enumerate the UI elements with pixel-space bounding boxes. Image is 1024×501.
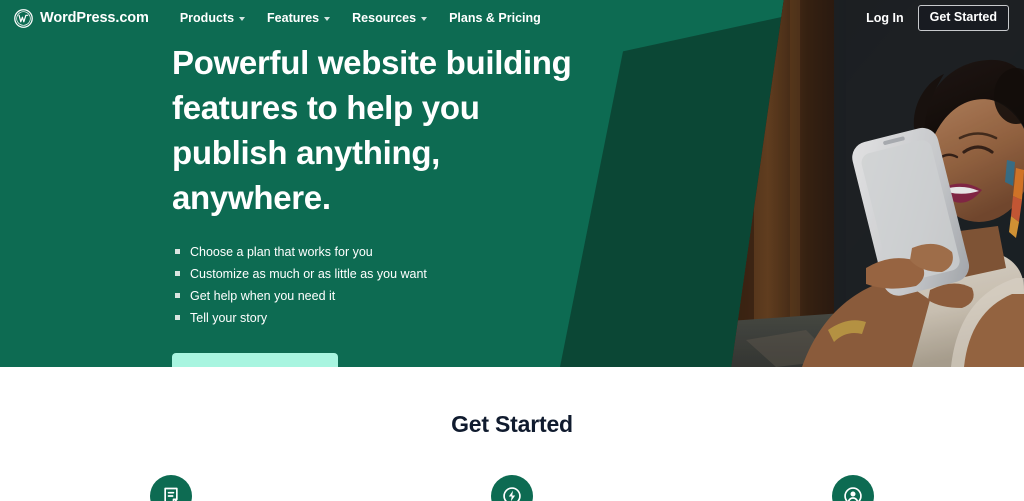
nav-item-features[interactable]: Features xyxy=(267,11,331,25)
chevron-down-icon xyxy=(421,17,428,21)
top-navigation-bar: WordPress.com Products Features Resource… xyxy=(0,0,1024,36)
user-avatar-icon xyxy=(844,487,863,501)
nav-item-resources[interactable]: Resources xyxy=(352,11,428,25)
feature-icon-speed[interactable] xyxy=(490,475,533,501)
feature-column xyxy=(341,475,682,501)
feature-icon-document[interactable] xyxy=(149,475,192,501)
hero-get-started-button[interactable]: Get Started xyxy=(172,353,338,367)
hero-title: Powerful website building features to he… xyxy=(172,44,572,216)
wordpress-logo-icon xyxy=(14,8,33,28)
hero-benefits-list: Choose a plan that works for you Customi… xyxy=(172,241,602,329)
feature-icon-account[interactable] xyxy=(832,475,875,501)
hero-section: Powerful website building features to he… xyxy=(0,0,1024,367)
chevron-down-icon xyxy=(324,17,331,21)
hero-benefit-item: Tell your story xyxy=(172,307,602,329)
nav-get-started-button[interactable]: Get Started xyxy=(917,5,1009,31)
chevron-down-icon xyxy=(239,17,246,21)
feature-icons-row xyxy=(0,475,1024,501)
nav-item-plans-pricing[interactable]: Plans & Pricing xyxy=(449,11,541,25)
lightning-bolt-icon xyxy=(503,487,521,501)
nav-item-label: Features xyxy=(267,11,320,25)
hero-benefit-item: Choose a plan that works for you xyxy=(172,241,602,263)
feature-column xyxy=(683,475,1024,501)
nav-item-label: Resources xyxy=(352,11,417,25)
nav-item-label: Products xyxy=(179,11,235,25)
get-started-section: Get Started xyxy=(0,367,1024,501)
nav-item-label: Plans & Pricing xyxy=(449,11,541,25)
brand-name: WordPress.com xyxy=(40,10,149,26)
nav-links: Products Features Resources Plans & Pric… xyxy=(180,11,541,25)
get-started-title: Get Started xyxy=(451,411,573,437)
wordpress-landing-page: Powerful website building features to he… xyxy=(0,0,1024,501)
nav-item-products[interactable]: Products xyxy=(179,11,246,25)
nav-actions: Log In Get Started xyxy=(866,5,1009,31)
brand-link[interactable]: WordPress.com xyxy=(14,8,149,28)
hero-content: Powerful website building features to he… xyxy=(172,40,602,367)
feature-column xyxy=(0,475,341,501)
log-in-link[interactable]: Log In xyxy=(866,11,904,25)
document-page-icon xyxy=(163,487,178,501)
hero-benefit-item: Customize as much or as little as you wa… xyxy=(172,263,602,285)
hero-benefit-item: Get help when you need it xyxy=(172,285,602,307)
